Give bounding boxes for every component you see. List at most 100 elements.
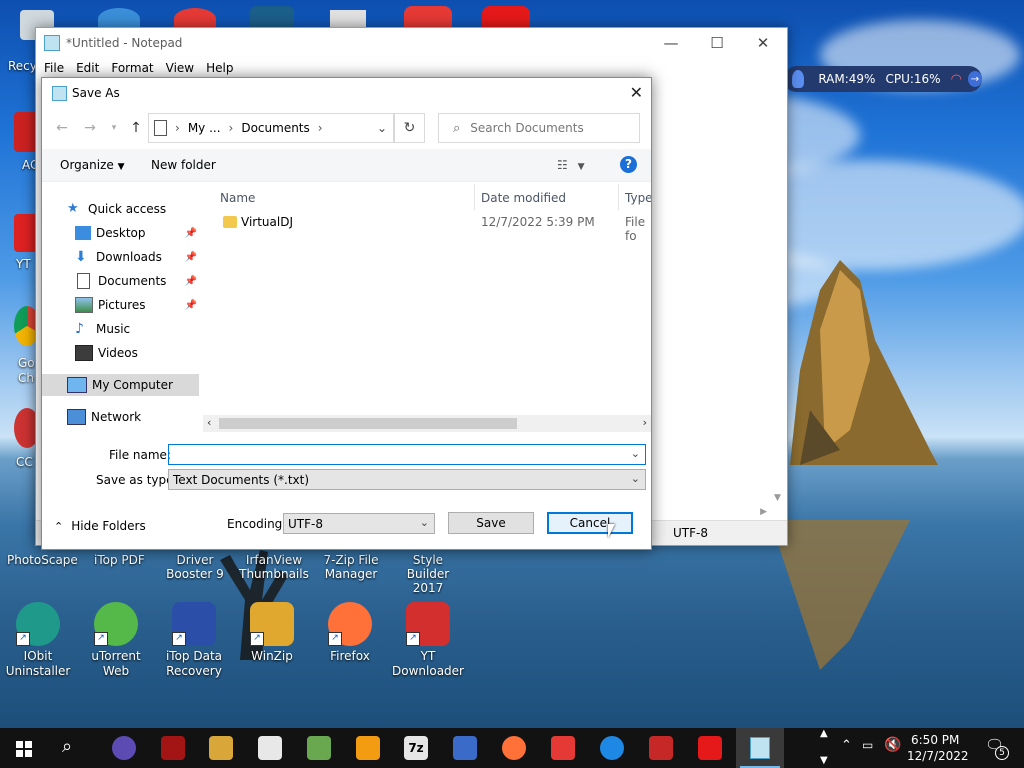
save-as-type-select[interactable]: Text Documents (*.txt) ⌄ [168, 469, 646, 490]
nav-quick-access[interactable]: ★ Quick access [42, 198, 199, 220]
chevron-up-icon[interactable]: ⌃ [841, 738, 852, 753]
encoding-select[interactable]: UTF-8 ⌄ [283, 513, 435, 534]
refresh-button[interactable]: ↻ [394, 113, 425, 143]
menu-file[interactable]: File [38, 61, 70, 75]
desktop-label-itop-pdf[interactable]: iTop PDF [94, 553, 145, 567]
notepad-vertical-scrollbar[interactable]: ▼ [770, 78, 787, 505]
new-folder-button[interactable]: New folder [151, 158, 216, 172]
menu-edit[interactable]: Edit [70, 61, 105, 75]
pin-icon[interactable]: 📌 [185, 300, 197, 311]
clock-time[interactable]: 6:50 PM [911, 733, 959, 747]
desktop-label-recycle[interactable]: Recy [8, 59, 37, 73]
scroll-down-icon[interactable]: ▼ [774, 493, 781, 503]
dialog-close-button[interactable]: ✕ [630, 83, 643, 102]
scroll-up-icon[interactable]: ▲ [820, 728, 828, 739]
nav-music[interactable]: ♪ Music [42, 318, 199, 340]
pin-icon[interactable]: 📌 [185, 228, 197, 239]
desktop-label-ch[interactable]: Ch [18, 371, 34, 385]
view-options-button[interactable]: ☷ ▼ [557, 158, 585, 172]
taskbar-app-icon[interactable] [356, 736, 380, 760]
system-monitor-widget[interactable]: RAM:49% CPU:16% ◠ → [784, 66, 982, 92]
desktop-label-yt[interactable]: YT [16, 257, 31, 271]
nav-desktop[interactable]: Desktop 📌 [42, 222, 199, 244]
column-header-name[interactable]: Name [220, 186, 255, 210]
breadcrumb-documents[interactable]: Documents [241, 121, 309, 135]
desktop-label-go[interactable]: Go [18, 356, 35, 370]
taskbar-app-icon[interactable] [698, 736, 722, 760]
search-box[interactable]: ⌕ Search Documents [438, 113, 640, 143]
desktop-icon-firefox[interactable]: ↗ Firefox [312, 602, 388, 664]
address-dropdown-icon[interactable]: ⌄ [377, 121, 387, 135]
menu-view[interactable]: View [160, 61, 200, 75]
desktop-label-photoscape[interactable]: PhotoScape [7, 553, 78, 567]
chevron-down-icon[interactable]: ⌄ [631, 447, 640, 460]
organize-button[interactable]: Organize ▼ [60, 158, 125, 172]
desktop-icon-iobit[interactable]: ↗ IObit Uninstaller [0, 602, 76, 679]
search-icon[interactable]: ⌕ [62, 736, 72, 757]
horizontal-scrollbar[interactable]: ‹ › [203, 415, 651, 432]
hide-folders-button[interactable]: ⌃ Hide Folders [54, 519, 146, 533]
menu-format[interactable]: Format [105, 61, 159, 75]
taskbar-app-icon[interactable] [551, 736, 575, 760]
windows-start-icon[interactable] [16, 741, 32, 757]
address-bar[interactable]: › My ... › Documents › ⌄ [148, 113, 394, 143]
taskbar-app-icon[interactable] [112, 736, 136, 760]
file-row[interactable]: VirtualDJ 12/7/2022 5:39 PM File fo [217, 212, 651, 243]
taskbar-app-icon[interactable] [161, 736, 185, 760]
back-button[interactable]: ← [52, 118, 72, 138]
pin-icon[interactable]: 📌 [185, 252, 197, 263]
taskbar-app-icon[interactable] [453, 736, 477, 760]
network-tray-icon[interactable]: ▭ [862, 738, 873, 752]
chevron-up-icon: ⌃ [54, 519, 64, 533]
volume-muted-icon[interactable]: 🔇 [884, 737, 901, 753]
column-header-type[interactable]: Type [625, 186, 651, 210]
column-header-date[interactable]: Date modified [481, 186, 566, 210]
column-separator[interactable] [618, 184, 619, 210]
desktop-label-driver-booster[interactable]: Driver Booster 9 [157, 553, 233, 581]
taskbar-app-icon[interactable] [307, 736, 331, 760]
recent-locations-button[interactable]: ▾ [104, 118, 124, 138]
file-name-input[interactable]: ⌄ [168, 444, 646, 465]
scroll-right-icon[interactable]: › [643, 416, 647, 429]
cancel-button[interactable]: Cancel [547, 512, 633, 534]
desktop-label-7zip[interactable]: 7-Zip File Manager [313, 553, 389, 581]
forward-button[interactable]: → [80, 118, 100, 138]
desktop-icon-itop-data-recovery[interactable]: ↗ iTop Data Recovery [156, 602, 232, 679]
scroll-left-icon[interactable]: ‹ [207, 416, 211, 429]
taskbar-app-icon[interactable] [209, 736, 233, 760]
taskbar-app-icon[interactable] [649, 736, 673, 760]
up-button[interactable]: ↑ [126, 118, 146, 138]
column-separator[interactable] [474, 184, 475, 210]
arrow-right-icon[interactable]: → [967, 71, 982, 87]
help-icon[interactable]: ? [620, 156, 637, 173]
taskbar-app-icon[interactable] [258, 736, 282, 760]
dialog-titlebar[interactable]: Save As ✕ [42, 78, 651, 108]
pin-icon[interactable]: 📌 [185, 276, 197, 287]
breadcrumb-my[interactable]: My ... [188, 121, 221, 135]
nav-my-computer[interactable]: My Computer [42, 374, 199, 396]
save-button[interactable]: Save [448, 512, 534, 534]
desktop-icon-utorrent[interactable]: ↗ uTorrent Web [78, 602, 154, 679]
maximize-button[interactable]: ☐ [694, 28, 740, 58]
nav-downloads[interactable]: ⬇ Downloads 📌 [42, 246, 199, 268]
scrollbar-thumb[interactable] [219, 418, 517, 429]
desktop-icon-yt-downloader[interactable]: ↗ YT Downloader [390, 602, 466, 679]
taskbar-notepad-active[interactable] [736, 728, 784, 768]
desktop-icon-winzip[interactable]: ↗ WinZip [234, 602, 310, 664]
nav-network[interactable]: Network [42, 406, 199, 428]
scroll-right-icon[interactable]: ▶ [760, 507, 767, 517]
nav-documents[interactable]: Documents 📌 [42, 270, 199, 292]
nav-pictures[interactable]: Pictures 📌 [42, 294, 199, 316]
nav-videos[interactable]: Videos [42, 342, 199, 364]
taskbar-7zip-icon[interactable]: 7z [404, 736, 428, 760]
desktop-label-style-builder[interactable]: Style Builder 2017 [390, 553, 466, 595]
menu-help[interactable]: Help [200, 61, 239, 75]
clock-date[interactable]: 12/7/2022 [907, 749, 969, 763]
desktop-label-irfanview[interactable]: IrfanView Thumbnails [236, 553, 312, 581]
scroll-down-icon[interactable]: ▼ [820, 755, 828, 766]
taskbar-app-icon[interactable] [600, 736, 624, 760]
desktop-label-cc[interactable]: CC [16, 455, 33, 469]
minimize-button[interactable]: — [648, 28, 694, 58]
firefox-icon[interactable] [502, 736, 526, 760]
close-button[interactable]: ✕ [740, 28, 786, 58]
